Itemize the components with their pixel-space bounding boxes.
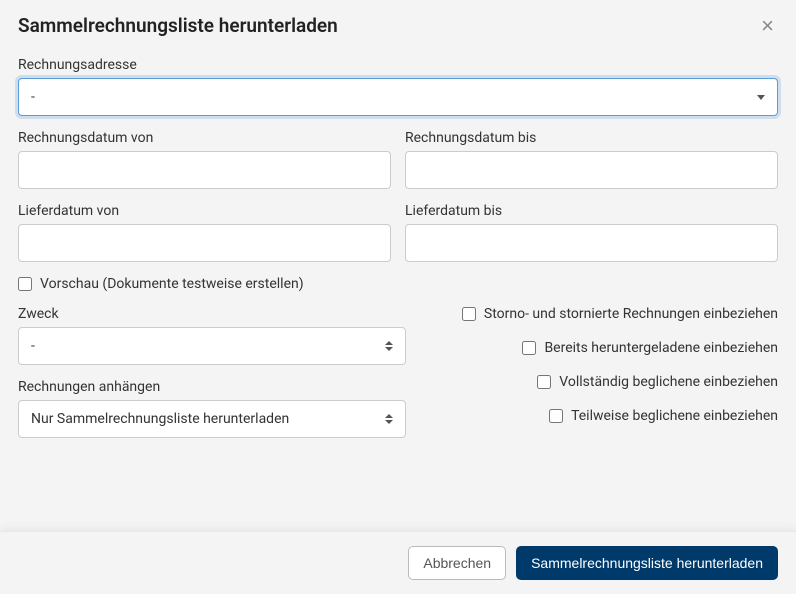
include-partially-paid-label[interactable]: Teilweise beglichene einbeziehen [571,408,778,424]
modal-footer: Abbrechen Sammelrechnungsliste herunterl… [0,531,796,594]
invoice-date-from-label: Rechnungsdatum von [18,130,391,146]
include-cancelled-checkbox[interactable] [462,307,476,321]
delivery-date-from-label: Lieferdatum von [18,203,391,219]
include-fully-paid-label[interactable]: Vollständig beglichene einbeziehen [559,374,778,390]
billing-address-value: - [31,89,35,105]
updown-icon [385,341,393,351]
submit-button[interactable]: Sammelrechnungsliste herunterladen [516,546,778,580]
delivery-date-from-input[interactable] [18,224,391,262]
delivery-date-to-input[interactable] [405,224,778,262]
include-cancelled-label[interactable]: Storno- und stornierte Rechnungen einbez… [484,306,778,322]
download-invoice-list-modal: Sammelrechnungsliste herunterladen × Rec… [0,0,796,594]
invoice-date-to-input[interactable] [405,151,778,189]
attach-invoices-value: Nur Sammelrechnungsliste herunterladen [31,411,289,427]
purpose-select[interactable]: - [18,327,406,365]
cancel-button[interactable]: Abbrechen [408,546,506,580]
purpose-value: - [31,338,35,354]
include-downloaded-label[interactable]: Bereits heruntergeladene einbeziehen [544,340,778,356]
modal-title: Sammelrechnungsliste herunterladen [18,14,338,37]
updown-icon [385,414,393,424]
invoice-date-to-label: Rechnungsdatum bis [405,130,778,146]
attach-invoices-label: Rechnungen anhängen [18,379,406,395]
modal-header: Sammelrechnungsliste herunterladen × [0,0,796,51]
attach-invoices-select[interactable]: Nur Sammelrechnungsliste herunterladen [18,400,406,438]
purpose-label: Zweck [18,306,406,322]
billing-address-label: Rechnungsadresse [18,57,778,73]
include-downloaded-checkbox[interactable] [522,341,536,355]
close-button[interactable]: × [757,15,778,37]
invoice-date-from-input[interactable] [18,151,391,189]
preview-label[interactable]: Vorschau (Dokumente testweise erstellen) [40,276,304,292]
billing-address-select[interactable]: - [18,78,778,116]
delivery-date-to-label: Lieferdatum bis [405,203,778,219]
caret-down-icon [757,95,765,100]
include-partially-paid-checkbox[interactable] [549,409,563,423]
close-icon: × [761,13,774,38]
preview-checkbox[interactable] [18,277,32,291]
modal-body: Rechnungsadresse - Rechnungsdatum von Re… [0,51,796,531]
include-fully-paid-checkbox[interactable] [537,375,551,389]
